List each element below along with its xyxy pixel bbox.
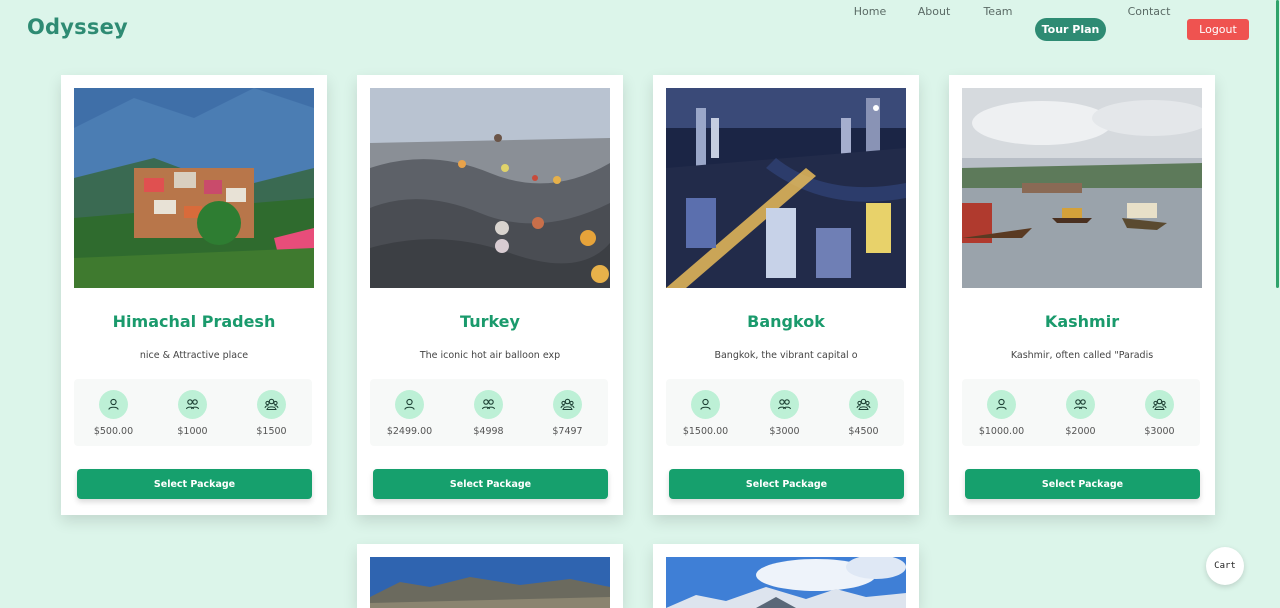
nav-tour-plan[interactable]: Tour Plan	[1035, 18, 1106, 41]
hot-air-balloons-photo	[370, 88, 610, 288]
package-card: Kashmir Kashmir, often called "Paradis $…	[949, 75, 1215, 515]
single-person-icon	[395, 390, 424, 419]
price-value: $2499.00	[386, 426, 433, 437]
package-card: Bangkok Bangkok, the vibrant capital o $…	[653, 75, 919, 515]
price-options: $2499.00 $4998 $7497	[370, 379, 608, 446]
price-value: $500.00	[93, 426, 134, 437]
price-option-couple[interactable]: $1000	[153, 379, 232, 446]
price-options: $1000.00 $2000 $3000	[962, 379, 1200, 446]
two-people-icon	[770, 390, 799, 419]
mountain-village-photo	[74, 88, 314, 288]
price-value: $4500	[848, 426, 879, 437]
price-option-couple[interactable]: $4998	[449, 379, 528, 446]
mountain-range-photo	[370, 557, 610, 608]
price-option-single[interactable]: $2499.00	[370, 379, 449, 446]
price-value: $3000	[1144, 426, 1175, 437]
cart-button[interactable]: Cart	[1206, 547, 1244, 585]
group-icon	[257, 390, 286, 419]
package-card: Turkey The iconic hot air balloon exp $2…	[357, 75, 623, 515]
package-title: Bangkok	[747, 312, 825, 331]
select-package-button[interactable]: Select Package	[669, 469, 904, 499]
group-icon	[1145, 390, 1174, 419]
lake-boats-photo	[962, 88, 1202, 288]
nav-contact[interactable]: Contact	[1123, 0, 1175, 23]
snow-peaks-photo	[666, 557, 906, 608]
price-value: $3000	[769, 426, 800, 437]
price-value: $1000.00	[978, 426, 1025, 437]
package-description: Bangkok, the vibrant capital o	[714, 350, 858, 361]
two-people-icon	[1066, 390, 1095, 419]
price-options: $1500.00 $3000 $4500	[666, 379, 904, 446]
city-night-photo	[666, 88, 906, 288]
single-person-icon	[99, 390, 128, 419]
price-option-group[interactable]: $7497	[528, 379, 607, 446]
price-options: $500.00 $1000 $1500	[74, 379, 312, 446]
price-option-single[interactable]: $1500.00	[666, 379, 745, 446]
single-person-icon	[987, 390, 1016, 419]
package-title: Kashmir	[1044, 312, 1120, 331]
price-option-group[interactable]: $3000	[1120, 379, 1199, 446]
nav-home[interactable]: Home	[848, 0, 892, 23]
price-option-group[interactable]: $1500	[232, 379, 311, 446]
package-title: Turkey	[460, 312, 520, 331]
single-person-icon	[691, 390, 720, 419]
price-value: $1000	[177, 426, 208, 437]
nav-team[interactable]: Team	[979, 0, 1017, 23]
package-card	[653, 544, 919, 608]
select-package-button[interactable]: Select Package	[77, 469, 312, 499]
package-description: nice & Attractive place	[139, 350, 249, 361]
package-title: Himachal Pradesh	[112, 312, 276, 331]
package-card	[357, 544, 623, 608]
brand-logo[interactable]: Odyssey	[27, 15, 128, 39]
price-option-single[interactable]: $500.00	[74, 379, 153, 446]
select-package-button[interactable]: Select Package	[373, 469, 608, 499]
navbar: Odyssey Home About Team Tour Plan Contac…	[0, 0, 1280, 60]
price-option-couple[interactable]: $3000	[745, 379, 824, 446]
group-icon	[553, 390, 582, 419]
package-description: Kashmir, often called "Paradis	[1010, 350, 1154, 361]
price-option-group[interactable]: $4500	[824, 379, 903, 446]
select-package-button[interactable]: Select Package	[965, 469, 1200, 499]
price-value: $1500	[256, 426, 287, 437]
price-value: $1500.00	[682, 426, 729, 437]
logout-button[interactable]: Logout	[1187, 19, 1249, 40]
scrollbar-thumb[interactable]	[1276, 0, 1279, 288]
nav-about[interactable]: About	[913, 0, 955, 23]
price-option-couple[interactable]: $2000	[1041, 379, 1120, 446]
price-value: $2000	[1065, 426, 1096, 437]
price-value: $4998	[473, 426, 504, 437]
two-people-icon	[474, 390, 503, 419]
two-people-icon	[178, 390, 207, 419]
package-card: Himachal Pradesh nice & Attractive place…	[61, 75, 327, 515]
group-icon	[849, 390, 878, 419]
price-option-single[interactable]: $1000.00	[962, 379, 1041, 446]
package-description: The iconic hot air balloon exp	[419, 350, 561, 361]
price-value: $7497	[552, 426, 583, 437]
